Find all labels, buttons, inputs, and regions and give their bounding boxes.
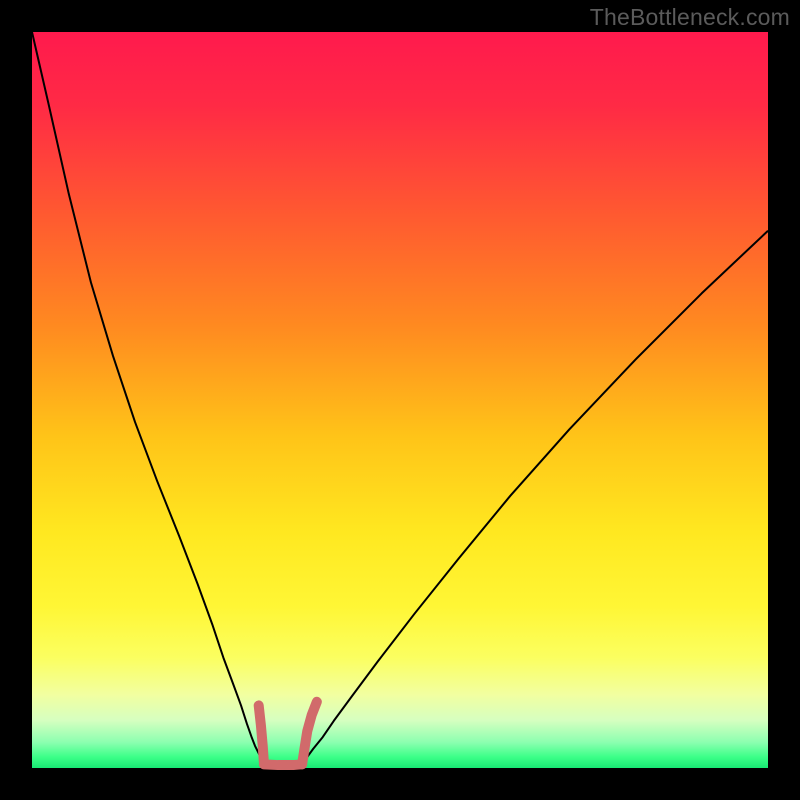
- series-sweet-spot-marker: [259, 705, 264, 762]
- chart-svg: [32, 32, 768, 768]
- outer-frame: TheBottleneck.com: [0, 0, 800, 800]
- series-bottleneck-curve: [32, 32, 768, 764]
- plot-area: [32, 32, 768, 768]
- watermark-text: TheBottleneck.com: [590, 4, 790, 31]
- series-sweet-spot-marker: [264, 764, 302, 765]
